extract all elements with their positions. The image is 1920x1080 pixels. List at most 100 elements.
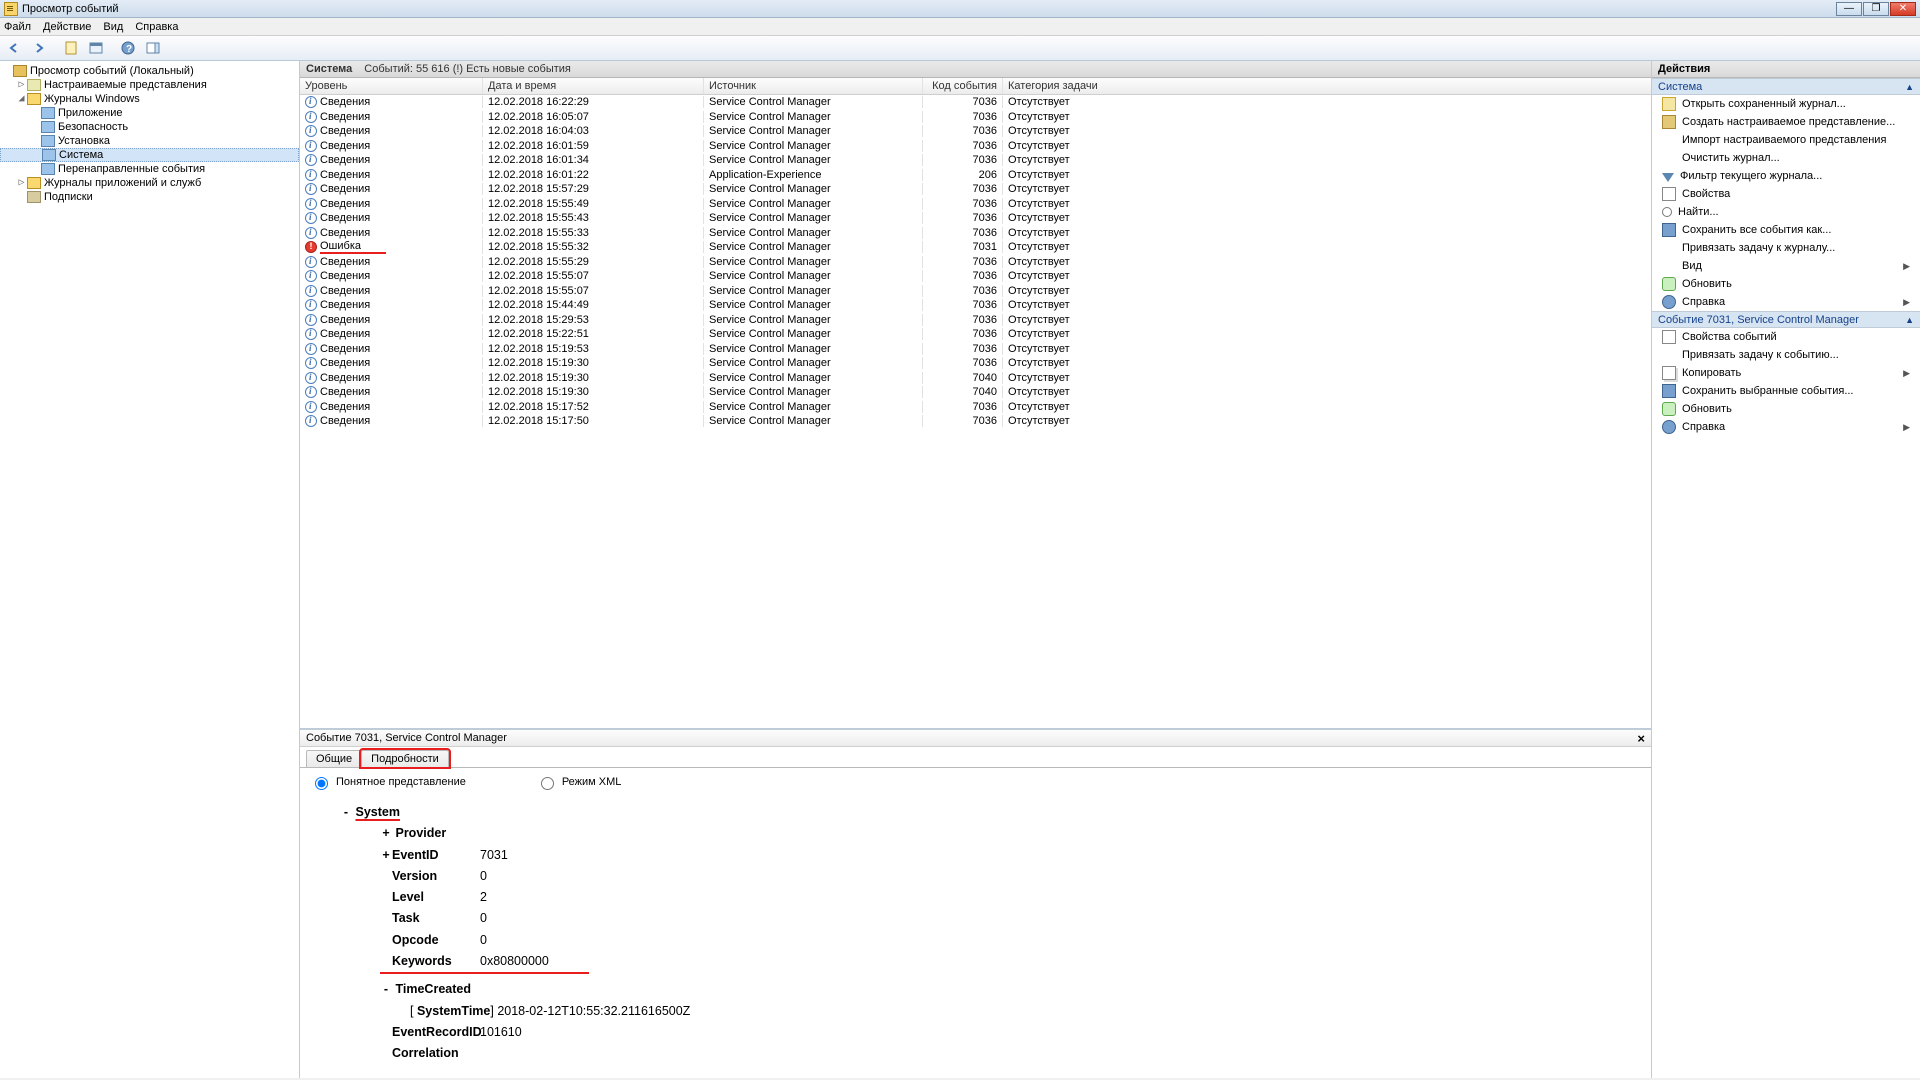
table-row[interactable]: Сведения12.02.2018 15:19:30Service Contr… xyxy=(300,356,1651,371)
table-row[interactable]: Сведения12.02.2018 15:29:53Service Contr… xyxy=(300,313,1651,328)
tree-node[interactable]: ▷Настраиваемые представления xyxy=(0,78,299,92)
tree-node[interactable]: Просмотр событий (Локальный) xyxy=(0,64,299,78)
cell-eventid: 7036 xyxy=(923,183,1003,195)
action-item[interactable]: Сохранить все события как... xyxy=(1652,221,1920,239)
properties-button[interactable] xyxy=(85,38,107,58)
action-item[interactable]: Импорт настраиваемого представления xyxy=(1652,131,1920,149)
log-icon xyxy=(41,121,55,133)
menu-view[interactable]: Вид xyxy=(103,21,123,33)
col-datetime[interactable]: Дата и время xyxy=(483,78,704,94)
col-eventid[interactable]: Код события xyxy=(923,78,1003,94)
action-item[interactable]: Очистить журнал... xyxy=(1652,149,1920,167)
menu-action[interactable]: Действие xyxy=(43,21,91,33)
action-item[interactable]: Справка▶ xyxy=(1652,418,1920,436)
table-row[interactable]: Сведения12.02.2018 15:44:49Service Contr… xyxy=(300,298,1651,313)
table-row[interactable]: Ошибка12.02.2018 15:55:32Service Control… xyxy=(300,240,1651,255)
tree-node[interactable]: Система xyxy=(0,148,299,162)
radio-friendly-label[interactable]: Понятное представление xyxy=(310,774,466,790)
tab-general[interactable]: Общие xyxy=(306,750,362,767)
cell-eventid: 7036 xyxy=(923,212,1003,224)
toggle-timecreated[interactable]: - xyxy=(380,979,392,1000)
action-item[interactable]: Вид▶ xyxy=(1652,257,1920,275)
table-row[interactable]: Сведения12.02.2018 15:57:29Service Contr… xyxy=(300,182,1651,197)
radio-friendly[interactable] xyxy=(315,777,328,790)
col-level[interactable]: Уровень xyxy=(300,78,483,94)
radio-xml[interactable] xyxy=(541,777,554,790)
table-row[interactable]: Сведения12.02.2018 15:55:43Service Contr… xyxy=(300,211,1651,226)
table-row[interactable]: Сведения12.02.2018 15:55:33Service Contr… xyxy=(300,226,1651,241)
table-row[interactable]: Сведения12.02.2018 16:01:34Service Contr… xyxy=(300,153,1651,168)
table-row[interactable]: Сведения12.02.2018 16:01:59Service Contr… xyxy=(300,139,1651,154)
toggle-eventid[interactable]: + xyxy=(380,845,392,866)
maximize-button[interactable]: ❐ xyxy=(1863,2,1889,16)
close-button[interactable]: ✕ xyxy=(1890,2,1916,16)
expand-icon: ▶ xyxy=(1903,297,1910,308)
detail-content[interactable]: - System + Provider +EventID7031 Version… xyxy=(300,796,1651,1078)
table-row[interactable]: Сведения12.02.2018 15:19:30Service Contr… xyxy=(300,371,1651,386)
col-category[interactable]: Категория задачи xyxy=(1003,78,1651,94)
forward-button[interactable] xyxy=(28,38,50,58)
view-mode-radios: Понятное представление Режим XML xyxy=(300,768,1651,796)
table-row[interactable]: Сведения12.02.2018 15:17:50Service Contr… xyxy=(300,414,1651,429)
table-row[interactable]: Сведения12.02.2018 15:55:07Service Contr… xyxy=(300,284,1651,299)
table-row[interactable]: Сведения12.02.2018 15:55:07Service Contr… xyxy=(300,269,1651,284)
toggle-provider[interactable]: + xyxy=(380,823,392,844)
help-button[interactable]: ? xyxy=(117,38,139,58)
action-item[interactable]: Свойства xyxy=(1652,185,1920,203)
table-row[interactable]: Сведения12.02.2018 15:19:30Service Contr… xyxy=(300,385,1651,400)
v-opcode: 0 xyxy=(480,930,487,951)
action-item[interactable]: Копировать▶ xyxy=(1652,364,1920,382)
table-row[interactable]: Сведения12.02.2018 16:22:29Service Contr… xyxy=(300,95,1651,110)
table-row[interactable]: Сведения12.02.2018 16:01:22Application-E… xyxy=(300,168,1651,183)
table-row[interactable]: Сведения12.02.2018 15:19:53Service Contr… xyxy=(300,342,1651,357)
tree-node[interactable]: Безопасность xyxy=(0,120,299,134)
action-button[interactable] xyxy=(60,38,82,58)
v-version: 0 xyxy=(480,866,487,887)
action-item[interactable]: Привязать задачу к журналу... xyxy=(1652,239,1920,257)
menu-file[interactable]: Файл xyxy=(4,21,31,33)
radio-xml-label[interactable]: Режим XML xyxy=(536,774,622,790)
actions-group1-label: Система xyxy=(1658,81,1702,93)
table-row[interactable]: Сведения12.02.2018 15:55:29Service Contr… xyxy=(300,255,1651,270)
tab-details[interactable]: Подробности xyxy=(361,750,449,767)
table-row[interactable]: Сведения12.02.2018 16:04:03Service Contr… xyxy=(300,124,1651,139)
tree-node[interactable]: Установка xyxy=(0,134,299,148)
minimize-button[interactable]: — xyxy=(1836,2,1862,16)
panel-button[interactable] xyxy=(142,38,164,58)
tree-node[interactable]: Приложение xyxy=(0,106,299,120)
action-item[interactable]: Привязать задачу к событию... xyxy=(1652,346,1920,364)
action-item[interactable]: Создать настраиваемое представление... xyxy=(1652,113,1920,131)
tree-twisty[interactable]: ◢ xyxy=(16,92,27,106)
action-item[interactable]: Обновить xyxy=(1652,400,1920,418)
table-row[interactable]: Сведения12.02.2018 15:22:51Service Contr… xyxy=(300,327,1651,342)
actions-group-system[interactable]: Система ▲ xyxy=(1652,78,1920,95)
table-row[interactable]: Сведения12.02.2018 16:05:07Service Contr… xyxy=(300,110,1651,125)
col-source[interactable]: Источник xyxy=(704,78,923,94)
tree-node[interactable]: Подписки xyxy=(0,190,299,204)
tree-node[interactable]: ◢Журналы Windows xyxy=(0,92,299,106)
action-item[interactable]: Сохранить выбранные события... xyxy=(1652,382,1920,400)
action-item[interactable]: Фильтр текущего журнала... xyxy=(1652,167,1920,185)
menu-help[interactable]: Справка xyxy=(135,21,178,33)
toggle-system[interactable]: - xyxy=(340,802,352,823)
tree-node[interactable]: ▷Журналы приложений и служб xyxy=(0,176,299,190)
table-row[interactable]: Сведения12.02.2018 15:55:49Service Contr… xyxy=(300,197,1651,212)
action-item[interactable]: Найти... xyxy=(1652,203,1920,221)
cell-category: Отсутствует xyxy=(1003,372,1651,384)
action-item[interactable]: Открыть сохраненный журнал... xyxy=(1652,95,1920,113)
tree-node[interactable]: Перенаправленные события xyxy=(0,162,299,176)
detail-close-button[interactable]: × xyxy=(1637,731,1645,746)
cell-level: Сведения xyxy=(320,343,370,355)
grid-header[interactable]: Уровень Дата и время Источник Код событи… xyxy=(300,78,1651,95)
action-item[interactable]: Справка▶ xyxy=(1652,293,1920,311)
actions-group-event[interactable]: Событие 7031, Service Control Manager ▲ xyxy=(1652,311,1920,328)
v-recordid: 101610 xyxy=(480,1022,522,1043)
tree-twisty[interactable]: ▷ xyxy=(16,78,27,92)
action-item[interactable]: Свойства событий xyxy=(1652,328,1920,346)
navigation-tree[interactable]: Просмотр событий (Локальный)▷Настраиваем… xyxy=(0,61,300,1078)
table-row[interactable]: Сведения12.02.2018 15:17:52Service Contr… xyxy=(300,400,1651,415)
back-button[interactable] xyxy=(3,38,25,58)
grid-body[interactable]: Сведения12.02.2018 16:22:29Service Contr… xyxy=(300,95,1651,728)
tree-twisty[interactable]: ▷ xyxy=(16,176,27,190)
action-item[interactable]: Обновить xyxy=(1652,275,1920,293)
